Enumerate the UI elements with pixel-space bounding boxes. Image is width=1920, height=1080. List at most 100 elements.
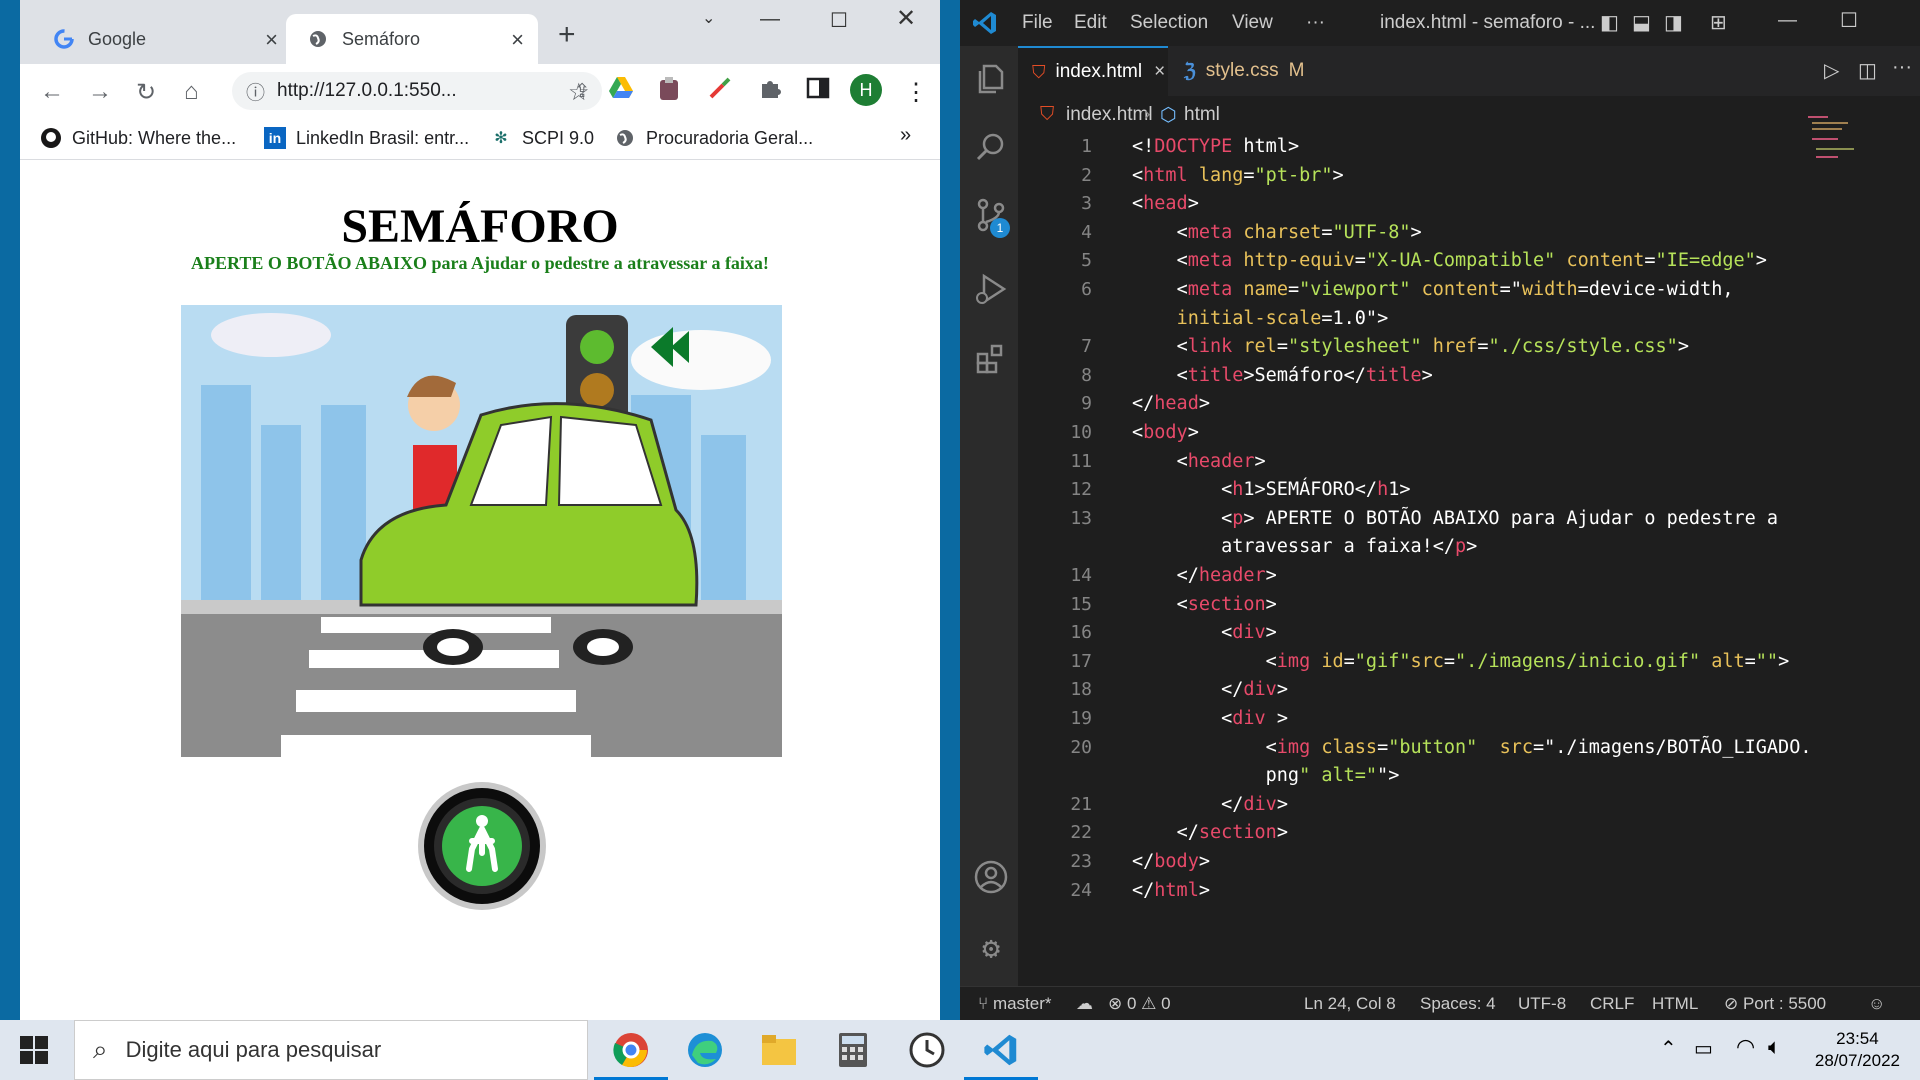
code-line: <meta http-equiv="X-UA-Compatible" conte… [1176,250,1767,272]
close-tab-icon[interactable]: × [511,27,524,53]
menu-more[interactable]: ··· [1306,12,1325,34]
profile-avatar[interactable]: H [850,74,882,106]
line-number: 12 [1070,479,1092,501]
menu-kebab-icon[interactable]: ⋮ [904,78,928,107]
forward-icon[interactable]: → [88,78,112,106]
close-window-button[interactable]: ✕ [896,4,916,33]
editor-tabs: ⛉ index.html × ℨ style.css M ▷ ◫ ··· [1018,46,1920,96]
breadcrumb-element[interactable]: html [1184,104,1220,126]
menu-edit[interactable]: Edit [1074,12,1107,34]
bookmark-linkedin[interactable]: in LinkedIn Brasil: entr... [264,127,469,149]
reload-icon[interactable]: ↻ [136,78,156,107]
search-icon: ⌕ [93,1034,108,1064]
feedback-icon[interactable]: ☺ [1868,994,1885,1014]
volume-icon[interactable]: 🔈︎ [1768,1034,1781,1060]
indentation[interactable]: Spaces: 4 [1420,994,1496,1014]
bookmark-scpi[interactable]: ✻ SCPI 9.0 [490,127,594,149]
vscode-logo-icon [972,10,998,42]
cursor-position[interactable]: Ln 24, Col 8 [1304,994,1396,1014]
tab-search-icon[interactable]: ⌄ [702,8,715,28]
customize-layout-icon[interactable]: ⊞ [1710,10,1727,35]
more-bookmarks-button[interactable]: » [900,124,911,147]
taskbar-vscode-icon[interactable] [964,1028,1038,1080]
system-clock[interactable]: 23:54 28/07/2022 [1815,1028,1900,1072]
maximize-button[interactable]: ☐ [830,8,848,33]
problems-status[interactable]: ⊗ 0 ⚠ 0 [1108,994,1171,1014]
new-tab-button[interactable]: + [558,18,576,52]
home-icon[interactable]: ⌂ [184,78,199,106]
account-icon[interactable] [974,860,1008,894]
live-server-status[interactable]: ⊘ Port : 5500 [1724,994,1826,1014]
bookmark-star-icon[interactable]: ☆ [568,78,590,107]
close-tab-icon[interactable]: × [265,27,278,53]
window-title: index.html - semaforo - ... [1380,12,1596,33]
bookmark-github[interactable]: GitHub: Where the... [40,127,236,149]
url-text: http://127.0.0.1:550... [277,80,457,101]
explorer-icon[interactable] [974,62,1008,96]
menu-view[interactable]: View [1232,12,1273,34]
run-icon[interactable]: ▷ [1824,58,1839,83]
search-icon[interactable] [974,130,1008,164]
show-hidden-icons-icon[interactable]: ⌃ [1660,1036,1677,1061]
html5-icon: ⛉ [1040,104,1055,125]
source-control-icon[interactable]: 1 [974,198,1010,238]
tab-index-html[interactable]: ⛉ index.html × [1018,46,1168,96]
breadcrumb-file[interactable]: index.html [1066,104,1153,126]
code-line: </section> [1176,822,1288,844]
line-number: 3 [1081,193,1092,215]
tab-style-css[interactable]: ℨ style.css M [1170,46,1340,96]
taskbar-chrome-icon[interactable] [594,1028,668,1080]
tab-semaforo[interactable]: Semáforo × [286,14,538,64]
sync-icon[interactable]: ☁ [1076,994,1093,1014]
tab-google[interactable]: Google × [32,14,292,64]
chevron-right-icon: › [1144,104,1151,125]
menu-selection[interactable]: Selection [1130,12,1208,34]
taskbar-calculator-icon[interactable] [828,1028,878,1072]
google-icon [54,29,74,49]
code-line: </header> [1176,565,1277,586]
minimap[interactable] [1808,108,1858,168]
extensions-icon[interactable] [974,342,1008,376]
code-line: <div > [1221,708,1288,729]
toggle-sidebar-icon[interactable]: ◧ [1600,10,1619,35]
run-debug-icon[interactable] [974,272,1008,306]
more-actions-icon[interactable]: ··· [1892,56,1912,79]
bookmark-procuradoria[interactable]: Procuradoria Geral... [614,127,813,149]
code-line: <meta charset="UTF-8"> [1176,221,1422,243]
branch-status[interactable]: ⑂ master* [978,994,1052,1014]
toggle-panel-icon[interactable]: ⬓ [1632,10,1651,35]
battery-icon[interactable]: ▭ [1694,1036,1713,1061]
code-line: initial-scale=1.0"> [1176,307,1389,329]
line-number: 13 [1070,507,1092,529]
minimize-button[interactable]: — [1778,10,1797,32]
taskbar-search[interactable]: ⌕ Digite aqui para pesquisar [74,1020,588,1080]
extension-icon[interactable] [658,76,680,109]
code-line: <title>Semáforo</title> [1176,364,1433,386]
windows-start-icon[interactable] [20,1036,48,1069]
extensions-puzzle-icon[interactable] [758,76,782,107]
status-bar: ⑂ master* ☁ ⊗ 0 ⚠ 0 Ln 24, Col 8 Spaces:… [960,986,1920,1020]
minimize-button[interactable]: — [760,8,780,31]
maximize-button[interactable]: ☐ [1840,8,1858,33]
taskbar-clock-app-icon[interactable] [902,1028,952,1072]
close-tab-icon[interactable]: × [1154,61,1165,83]
color-picker-icon[interactable] [708,76,732,107]
line-ending[interactable]: CRLF [1590,994,1634,1014]
github-icon [40,127,62,149]
address-bar[interactable]: ⓘ http://127.0.0.1:550... ⇪ [232,72,602,110]
side-panel-icon[interactable] [806,76,830,107]
pedestrian-button[interactable] [417,781,547,911]
encoding[interactable]: UTF-8 [1518,994,1566,1014]
taskbar-edge-icon[interactable] [680,1028,730,1072]
back-icon[interactable]: ← [40,78,64,106]
toggle-secondary-sidebar-icon[interactable]: ◨ [1664,10,1683,35]
taskbar-file-explorer-icon[interactable] [754,1028,804,1072]
menu-file[interactable]: File [1022,12,1053,34]
language-mode[interactable]: HTML [1652,994,1698,1014]
google-drive-icon[interactable] [608,76,634,107]
wifi-icon[interactable]: ◠ [1736,1034,1755,1060]
code-editor[interactable]: 1 <!DOCTYPE html> 2 <html lang="pt-br"> 3 <he… [1018,116,1920,1035]
split-editor-icon[interactable]: ◫ [1858,58,1877,83]
port-label: Port : 5500 [1742,994,1827,1013]
settings-gear-icon[interactable]: ⚙ [974,932,1008,966]
